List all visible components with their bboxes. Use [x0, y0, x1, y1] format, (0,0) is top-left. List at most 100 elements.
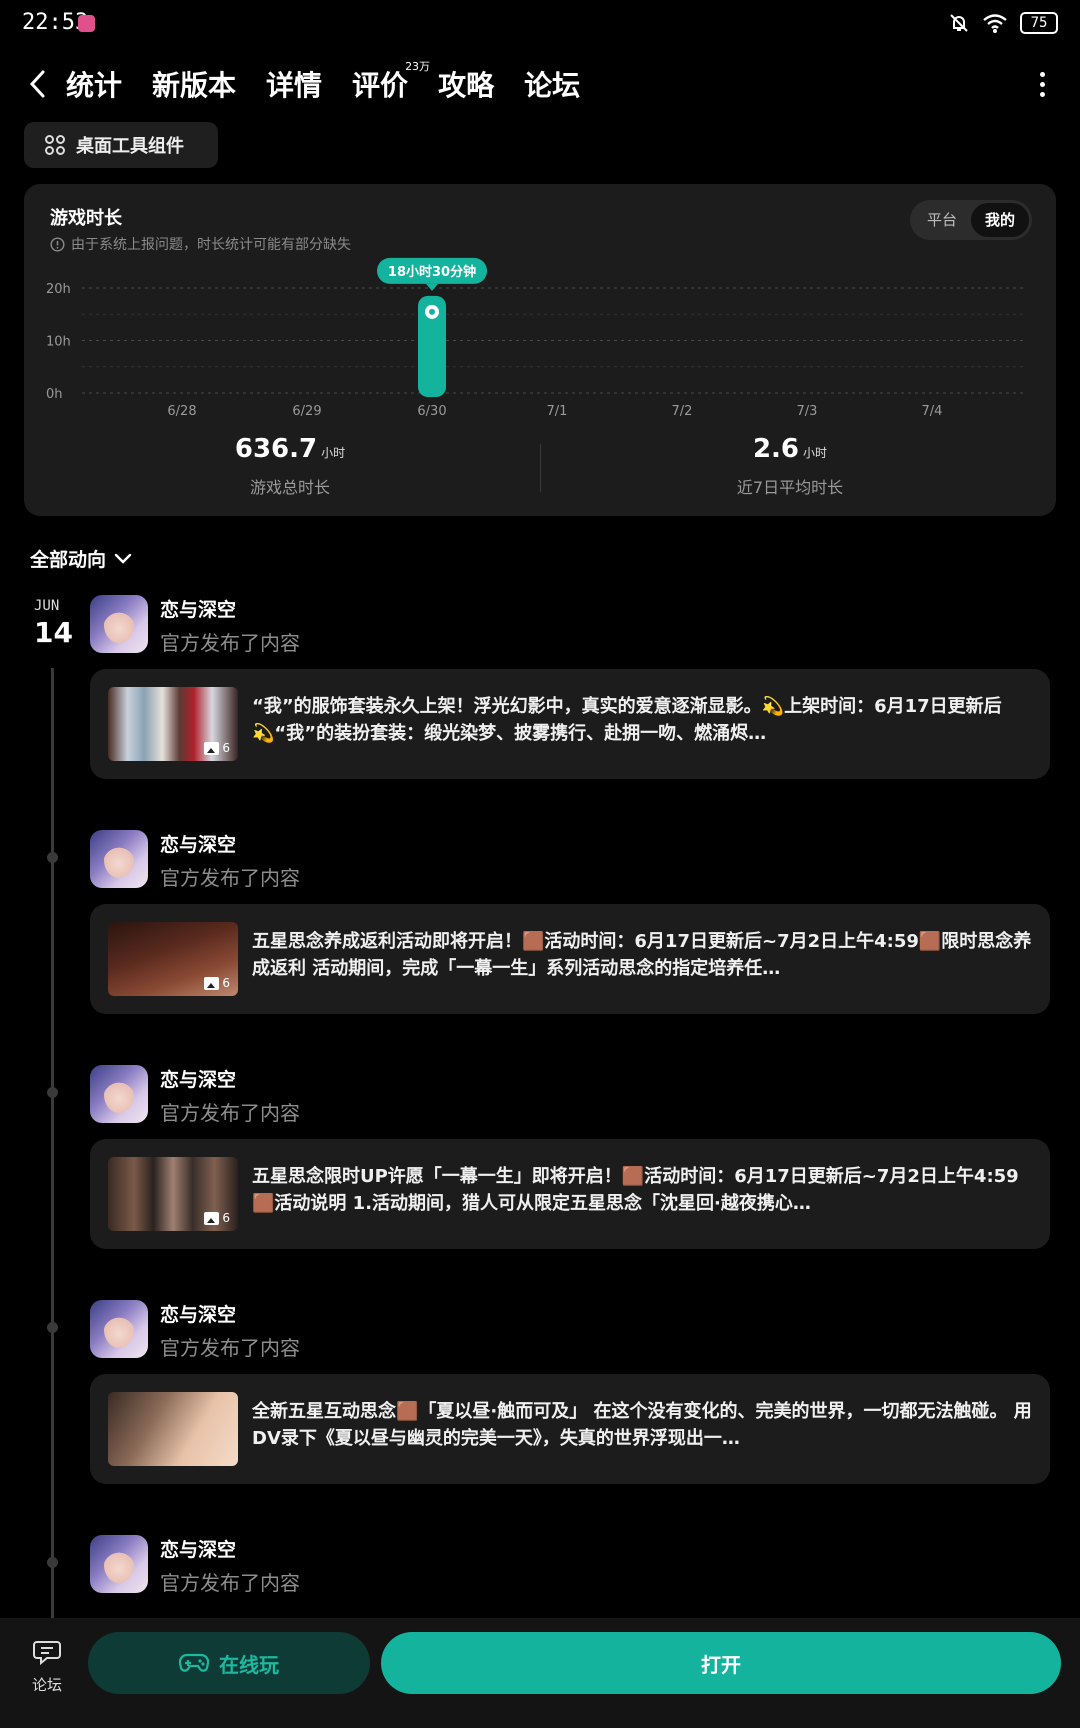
image-count-badge: 6: [204, 1211, 230, 1225]
avg-time-block: 2.6 小时 近7日平均时长: [540, 434, 1040, 498]
author-avatar[interactable]: [90, 595, 148, 653]
bar-tooltip-pointer: [426, 283, 438, 291]
status-indicators: 75: [948, 12, 1058, 34]
tab-reviews-label: 评价: [352, 69, 409, 102]
timeline-dot: [47, 1557, 58, 1568]
activity-filter-label: 全部动向: [30, 549, 107, 571]
post-card[interactable]: 6 五星思念限时UP许愿「一幕一生」即将开启！🟫活动时间：6月17日更新后~7月…: [90, 1139, 1050, 1249]
total-time-block: 636.7 小时 游戏总时长: [40, 434, 540, 498]
forum-label: 论坛: [31, 1676, 62, 1694]
post-card[interactable]: 6 五星思念养成返利活动即将开启！🟫活动时间：6月17日更新后~7月2日上午4:…: [90, 904, 1050, 1014]
total-time-value: 636.7: [234, 434, 318, 464]
post-card[interactable]: 全新五星互动思念🟫「夏以昼·触而可及」 在这个没有变化的、完美的世界，一切都无法…: [90, 1374, 1050, 1484]
gamepad-icon: [179, 1653, 209, 1672]
post-card[interactable]: 6 “我”的服饰套装永久上架！浮光幻影中，真实的爱意逐渐显影。💫上架时间：6月1…: [90, 669, 1050, 779]
post-subtitle: 官方发布了内容: [160, 1101, 300, 1125]
tab-new-version[interactable]: 新版本: [152, 64, 236, 112]
y-tick-label: 0h: [46, 387, 63, 402]
forum-chat-icon: [33, 1641, 61, 1666]
author-avatar[interactable]: [90, 1300, 148, 1358]
play-online-button[interactable]: 在线玩: [88, 1632, 370, 1694]
bar-tooltip-label: 18小时30分钟: [388, 264, 476, 280]
desktop-widget-label: 桌面工具组件: [76, 136, 184, 157]
tab-stats-label: 统计: [66, 69, 123, 102]
tab-stats[interactable]: 统计: [61, 64, 127, 112]
tab-new-version-label: 新版本: [152, 69, 237, 102]
x-tick-label: 6/30: [417, 404, 446, 419]
tab-details-label: 详情: [266, 69, 323, 102]
date-month: JUN: [34, 598, 60, 614]
post-subtitle: 官方发布了内容: [160, 1336, 300, 1360]
grid-icon: [45, 135, 65, 155]
wifi-icon: [983, 14, 1007, 33]
timeline-dot: [47, 1087, 58, 1098]
back-button[interactable]: [22, 68, 54, 100]
post-thumbnail[interactable]: [108, 1392, 238, 1466]
y-tick-label: 20h: [46, 282, 71, 297]
author-name[interactable]: 恋与深空: [160, 830, 236, 857]
timeline-dot: [47, 1322, 58, 1333]
open-game-label: 打开: [701, 1652, 741, 1677]
forum-button[interactable]: 论坛: [18, 1636, 76, 1695]
image-count: 6: [222, 976, 230, 990]
author-avatar[interactable]: [90, 1535, 148, 1593]
post-text: 全新五星互动思念🟫「夏以昼·触而可及」 在这个没有变化的、完美的世界，一切都无法…: [252, 1401, 1032, 1449]
image-count-badge: 6: [204, 976, 230, 990]
tab-reviews[interactable]: 评价 23万: [352, 60, 430, 112]
bottom-action-bar: 论坛 在线玩 打开: [0, 1618, 1080, 1728]
timeline-line: [51, 668, 54, 1628]
tab-details[interactable]: 详情: [266, 64, 322, 112]
desktop-widget-button[interactable]: 桌面工具组件: [24, 122, 218, 168]
post-subtitle: 官方发布了内容: [160, 866, 300, 890]
x-tick-label: 7/1: [547, 404, 568, 419]
chevron-down-icon: [114, 553, 132, 564]
tab-guides-label: 攻略: [438, 69, 495, 102]
avg-time-value: 2.6: [752, 434, 800, 464]
tab-bar: 统计 新版本 详情 评价 23万 攻略 论坛: [61, 60, 580, 112]
image-icon: [204, 976, 220, 990]
author-name[interactable]: 恋与深空: [160, 1065, 236, 1092]
play-online-label: 在线玩: [219, 1652, 279, 1677]
post-subtitle: 官方发布了内容: [160, 1571, 300, 1595]
tab-forum[interactable]: 论坛: [524, 64, 580, 112]
post-text: “我”的服饰套装永久上架！浮光幻影中，真实的爱意逐渐显影。💫上架时间：6月17日…: [252, 696, 1002, 744]
play-time-card: 游戏时长 由于系统上报问题，时长统计可能有部分缺失 平台 我的 0h 10h 20h…: [24, 184, 1056, 516]
author-avatar[interactable]: [90, 1065, 148, 1123]
author-avatar[interactable]: [90, 830, 148, 888]
open-game-button[interactable]: 打开: [381, 1632, 1061, 1694]
x-tick-label: 7/2: [672, 404, 693, 419]
image-count-badge: 6: [204, 741, 230, 755]
activity-filter-dropdown[interactable]: 全部动向: [30, 545, 132, 572]
x-tick-label: 7/3: [797, 404, 818, 419]
author-name[interactable]: 恋与深空: [160, 1300, 236, 1327]
status-bar: 22:53 75: [0, 0, 1080, 50]
post-subtitle: 官方发布了内容: [160, 631, 300, 655]
more-menu-button[interactable]: [1032, 68, 1052, 100]
x-tick-label: 7/4: [922, 404, 943, 419]
y-tick-label: 10h: [46, 335, 71, 350]
x-tick-label: 6/28: [167, 404, 196, 419]
post-text: 五星思念限时UP许愿「一幕一生」即将开启！🟫活动时间：6月17日更新后~7月2日…: [252, 1166, 1019, 1214]
battery-indicator: 75: [1020, 12, 1058, 34]
tab-guides[interactable]: 攻略: [438, 64, 494, 112]
avg-time-unit: 小时: [803, 446, 828, 460]
timeline-dot: [47, 852, 58, 863]
image-count: 6: [222, 1211, 230, 1225]
image-count: 6: [222, 741, 230, 755]
total-time-label: 游戏总时长: [249, 478, 330, 497]
author-name[interactable]: 恋与深空: [160, 1535, 236, 1562]
bar-marker-center: [429, 308, 435, 315]
x-tick-label: 6/29: [292, 404, 321, 419]
total-time-unit: 小时: [321, 446, 346, 460]
author-name[interactable]: 恋与深空: [160, 595, 236, 622]
mute-bell-icon: [950, 14, 968, 32]
image-icon: [204, 1211, 220, 1225]
tab-forum-label: 论坛: [524, 69, 581, 102]
image-icon: [204, 741, 220, 755]
avg-time-label: 近7日平均时长: [736, 478, 844, 497]
post-thumbnail[interactable]: 6: [108, 922, 238, 996]
play-time-chart: 0h 10h 20h 6/28 6/29 6/30 18小时30分钟 7/1 7/2 7/3 7/4: [46, 257, 1027, 419]
review-count-badge: 23万: [405, 60, 431, 73]
post-thumbnail[interactable]: 6: [108, 687, 238, 761]
post-thumbnail[interactable]: 6: [108, 1157, 238, 1231]
